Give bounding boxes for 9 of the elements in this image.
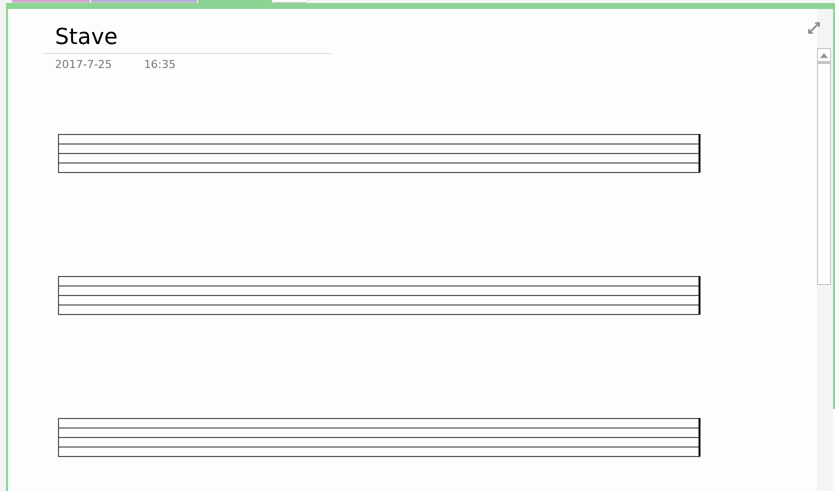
up-arrow-icon: [820, 52, 828, 58]
section-tab[interactable]: [91, 0, 197, 3]
page-title: Stave: [55, 25, 118, 51]
page-time: 16:35: [144, 57, 176, 73]
expand-icon[interactable]: [808, 22, 820, 34]
section-tab[interactable]: [12, 0, 90, 3]
page-date: 2017-7-25: [55, 57, 112, 73]
section-tab[interactable]: [273, 0, 306, 3]
scroll-up-button[interactable]: [817, 48, 831, 62]
